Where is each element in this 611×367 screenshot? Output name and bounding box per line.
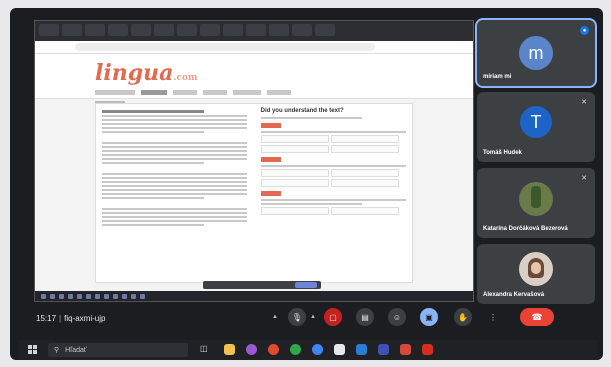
browser-tab-strip (35, 21, 473, 41)
chevron-up-icon[interactable]: ▲ (272, 314, 278, 320)
more-options-icon: ⋮ (489, 312, 497, 322)
present-button[interactable]: ▣ (420, 308, 438, 326)
sharing-banner (203, 281, 321, 289)
browser-tab[interactable] (315, 24, 335, 36)
participant-tile[interactable]: T ✕ Tomáš Hudek (477, 92, 595, 162)
question-badge (260, 157, 281, 162)
emoji-icon: ☺ (392, 312, 402, 322)
mic-off-icon: ✕ (581, 175, 587, 182)
chrome-icon[interactable] (312, 344, 323, 355)
browser-tab[interactable] (177, 24, 197, 36)
browser-tab[interactable] (62, 24, 82, 36)
microphone-button[interactable]: 🎙 (288, 308, 306, 326)
windows-taskbar: ⚲ Hľadať ◫ (18, 340, 598, 360)
question-badge (260, 191, 281, 196)
avatar (519, 182, 553, 216)
browser-tab[interactable] (223, 24, 243, 36)
browser-tab[interactable] (154, 24, 174, 36)
avatar: m (519, 36, 553, 70)
shared-screen: lingua.com Did you understand the text? (34, 20, 474, 302)
task-view-icon[interactable]: ◫ (200, 344, 208, 353)
app-icon[interactable] (268, 344, 279, 355)
camera-off-icon: ▢ (329, 312, 337, 322)
chevron-up-icon[interactable]: ▲ (310, 314, 316, 320)
address-bar[interactable] (35, 41, 473, 54)
avatar (519, 252, 553, 286)
site-logo[interactable]: lingua.com (95, 60, 197, 86)
browser-tab[interactable] (269, 24, 289, 36)
answer-option[interactable] (330, 169, 400, 177)
answer-option[interactable] (260, 169, 329, 177)
participant-name: Alexandra Kervašová (483, 292, 545, 298)
search-icon: ⚲ (54, 347, 60, 354)
shared-taskbar (35, 291, 473, 301)
microphone-icon: 🎙 (291, 312, 303, 322)
meeting-time: 15:17 (36, 314, 57, 323)
taskbar-search[interactable]: ⚲ Hľadať (48, 343, 188, 357)
answer-option[interactable] (330, 179, 400, 187)
question-badge (260, 123, 281, 128)
participant-name: miriam mi (483, 74, 512, 80)
site-nav (35, 88, 473, 99)
participant-name: Katarína Dorčáková Bezerová (483, 226, 568, 232)
participant-tile[interactable]: ✕ Katarína Dorčáková Bezerová (477, 168, 595, 238)
app-icon[interactable] (246, 344, 257, 355)
raise-hand-icon: ✋ (458, 312, 468, 322)
quiz-panel: Did you understand the text? (260, 108, 406, 215)
app-icon[interactable] (378, 344, 389, 355)
captions-button[interactable]: ▤ (356, 308, 374, 326)
answer-option[interactable] (260, 207, 329, 215)
file-explorer-icon[interactable] (224, 344, 235, 355)
end-call-button[interactable]: ☎ (520, 308, 554, 326)
browser-tab[interactable] (292, 24, 312, 36)
answer-option[interactable] (260, 145, 329, 153)
mic-off-icon: ✕ (581, 99, 587, 106)
lesson-content: Did you understand the text? (95, 103, 413, 283)
browser-tab[interactable] (246, 24, 266, 36)
answer-option[interactable] (330, 135, 400, 143)
browser-tab[interactable] (85, 24, 105, 36)
windows-start-icon[interactable] (28, 345, 37, 354)
meeting-info: 15:17 | fiq-axmi-ujp (36, 314, 106, 323)
app-icon[interactable] (400, 344, 411, 355)
meeting-code: fiq-axmi-ujp (64, 314, 106, 323)
reactions-button[interactable]: ☺ (388, 308, 406, 326)
participant-tile[interactable]: Alexandra Kervašová (477, 244, 595, 304)
browser-tab[interactable] (108, 24, 128, 36)
browser-tab[interactable] (200, 24, 220, 36)
word-icon[interactable] (356, 344, 367, 355)
browser-tab[interactable] (131, 24, 151, 36)
speaking-indicator-icon: ● (580, 26, 589, 35)
app-icon[interactable] (422, 344, 433, 355)
raise-hand-button[interactable]: ✋ (454, 308, 472, 326)
app-icon[interactable] (290, 344, 301, 355)
answer-option[interactable] (260, 135, 329, 143)
participant-tile[interactable]: m ● miriam mi (475, 18, 597, 88)
present-screen-icon: ▣ (425, 312, 433, 322)
article-text (102, 108, 248, 228)
end-call-icon: ☎ (531, 311, 543, 322)
captions-icon: ▤ (361, 312, 369, 322)
quiz-heading: Did you understand the text? (260, 108, 344, 114)
avatar: T (520, 106, 552, 138)
stop-sharing-button[interactable] (295, 282, 317, 288)
participant-name: Tomáš Hudek (483, 150, 522, 156)
browser-tab[interactable] (39, 24, 59, 36)
more-options-button[interactable]: ⋮ (484, 308, 502, 326)
app-icon[interactable] (334, 344, 345, 355)
meet-control-bar: 15:17 | fiq-axmi-ujp ▲ 🎙 ▲ ▢ ▤ ☺ ▣ ✋ ⋮ ☎ (10, 304, 603, 338)
site-header: lingua.com (35, 54, 473, 88)
answer-option[interactable] (330, 207, 400, 215)
answer-option[interactable] (330, 145, 400, 153)
answer-option[interactable] (260, 179, 329, 187)
camera-button[interactable]: ▢ (324, 308, 342, 326)
